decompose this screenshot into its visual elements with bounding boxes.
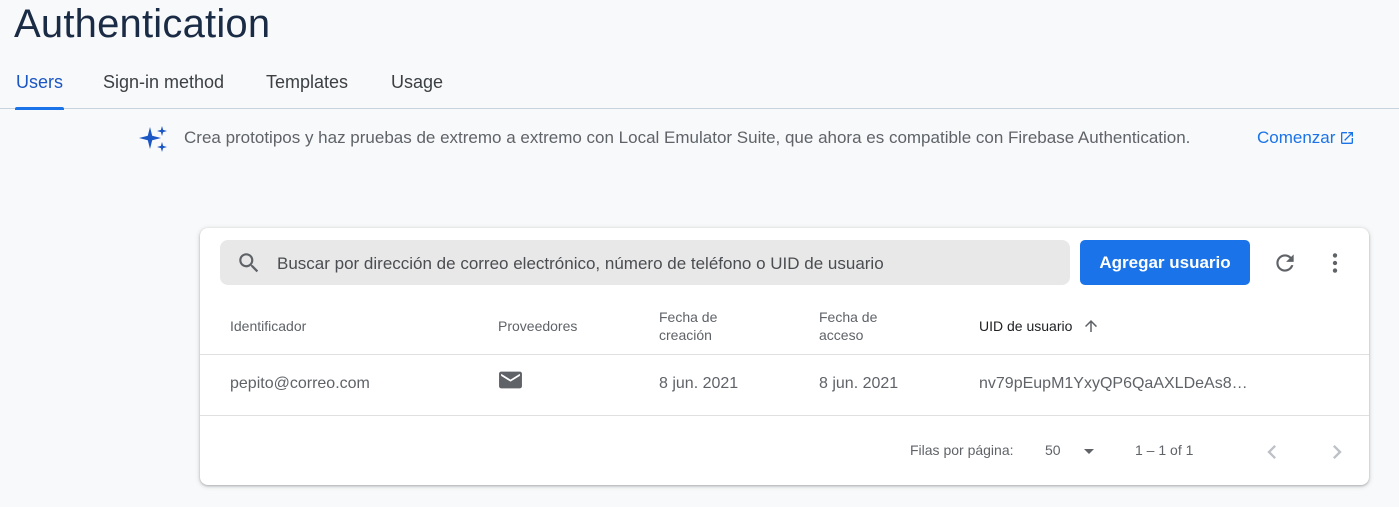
row-identifier: pepito@correo.com <box>230 375 370 392</box>
sort-ascending-icon[interactable] <box>1082 317 1100 335</box>
chevron-down-icon <box>1084 449 1094 454</box>
get-started-link-label[interactable]: Comenzar <box>1257 128 1335 148</box>
tab-sign-in-method[interactable]: Sign-in method <box>103 72 224 108</box>
table-header-divider <box>200 354 1369 355</box>
rows-per-page-value: 50 <box>1045 442 1061 458</box>
column-header-identifier[interactable]: Identificador <box>230 317 306 335</box>
next-page-icon[interactable] <box>1323 438 1351 466</box>
get-started-link[interactable]: Comenzar <box>1257 128 1355 148</box>
column-header-providers[interactable]: Proveedores <box>498 317 577 335</box>
column-header-signed-in-line2: acceso <box>819 327 864 343</box>
add-user-button[interactable]: Agregar usuario <box>1080 240 1250 285</box>
column-header-created-line1: Fecha de <box>659 309 718 325</box>
search-icon <box>239 253 259 273</box>
column-header-signed-in[interactable]: Fecha de acceso <box>819 308 877 344</box>
tab-templates[interactable]: Templates <box>266 72 348 108</box>
sparkle-icon <box>139 126 167 152</box>
row-uid: nv79pEupM1YxyQP6QaAXLDeAs8… <box>979 375 1248 392</box>
row-created-date: 8 jun. 2021 <box>659 375 739 392</box>
open-in-new-icon[interactable] <box>1339 130 1355 146</box>
page-title: Authentication <box>14 2 271 46</box>
rows-per-page-label: Filas por página: <box>910 442 1014 458</box>
column-header-signed-in-line1: Fecha de <box>819 309 878 325</box>
column-header-uid-label: UID de usuario <box>979 318 1073 334</box>
rows-per-page-select[interactable]: 50 <box>1045 438 1105 464</box>
tab-users[interactable]: Users <box>14 72 65 110</box>
column-header-uid[interactable]: UID de usuario <box>979 317 1100 335</box>
search-box[interactable] <box>220 240 1070 287</box>
column-header-created-line2: creación <box>659 327 712 343</box>
pagination-range: 1 – 1 of 1 <box>1135 442 1194 458</box>
previous-page-icon[interactable] <box>1258 438 1286 466</box>
table-footer-divider <box>200 415 1369 416</box>
more-options-icon[interactable] <box>1322 250 1348 276</box>
emulator-banner-text: Crea prototipos y haz pruebas de extremo… <box>184 128 1191 147</box>
tab-bar: Users Sign-in method Templates Usage <box>0 62 1399 110</box>
row-signed-in-date: 8 jun. 2021 <box>819 375 899 392</box>
users-table-card: Agregar usuario Identificador Proveedore… <box>200 228 1369 485</box>
email-icon <box>499 371 522 389</box>
column-header-created[interactable]: Fecha de creación <box>659 308 717 344</box>
search-input[interactable] <box>275 240 1059 287</box>
refresh-icon[interactable] <box>1272 250 1298 276</box>
tab-usage[interactable]: Usage <box>391 72 443 108</box>
